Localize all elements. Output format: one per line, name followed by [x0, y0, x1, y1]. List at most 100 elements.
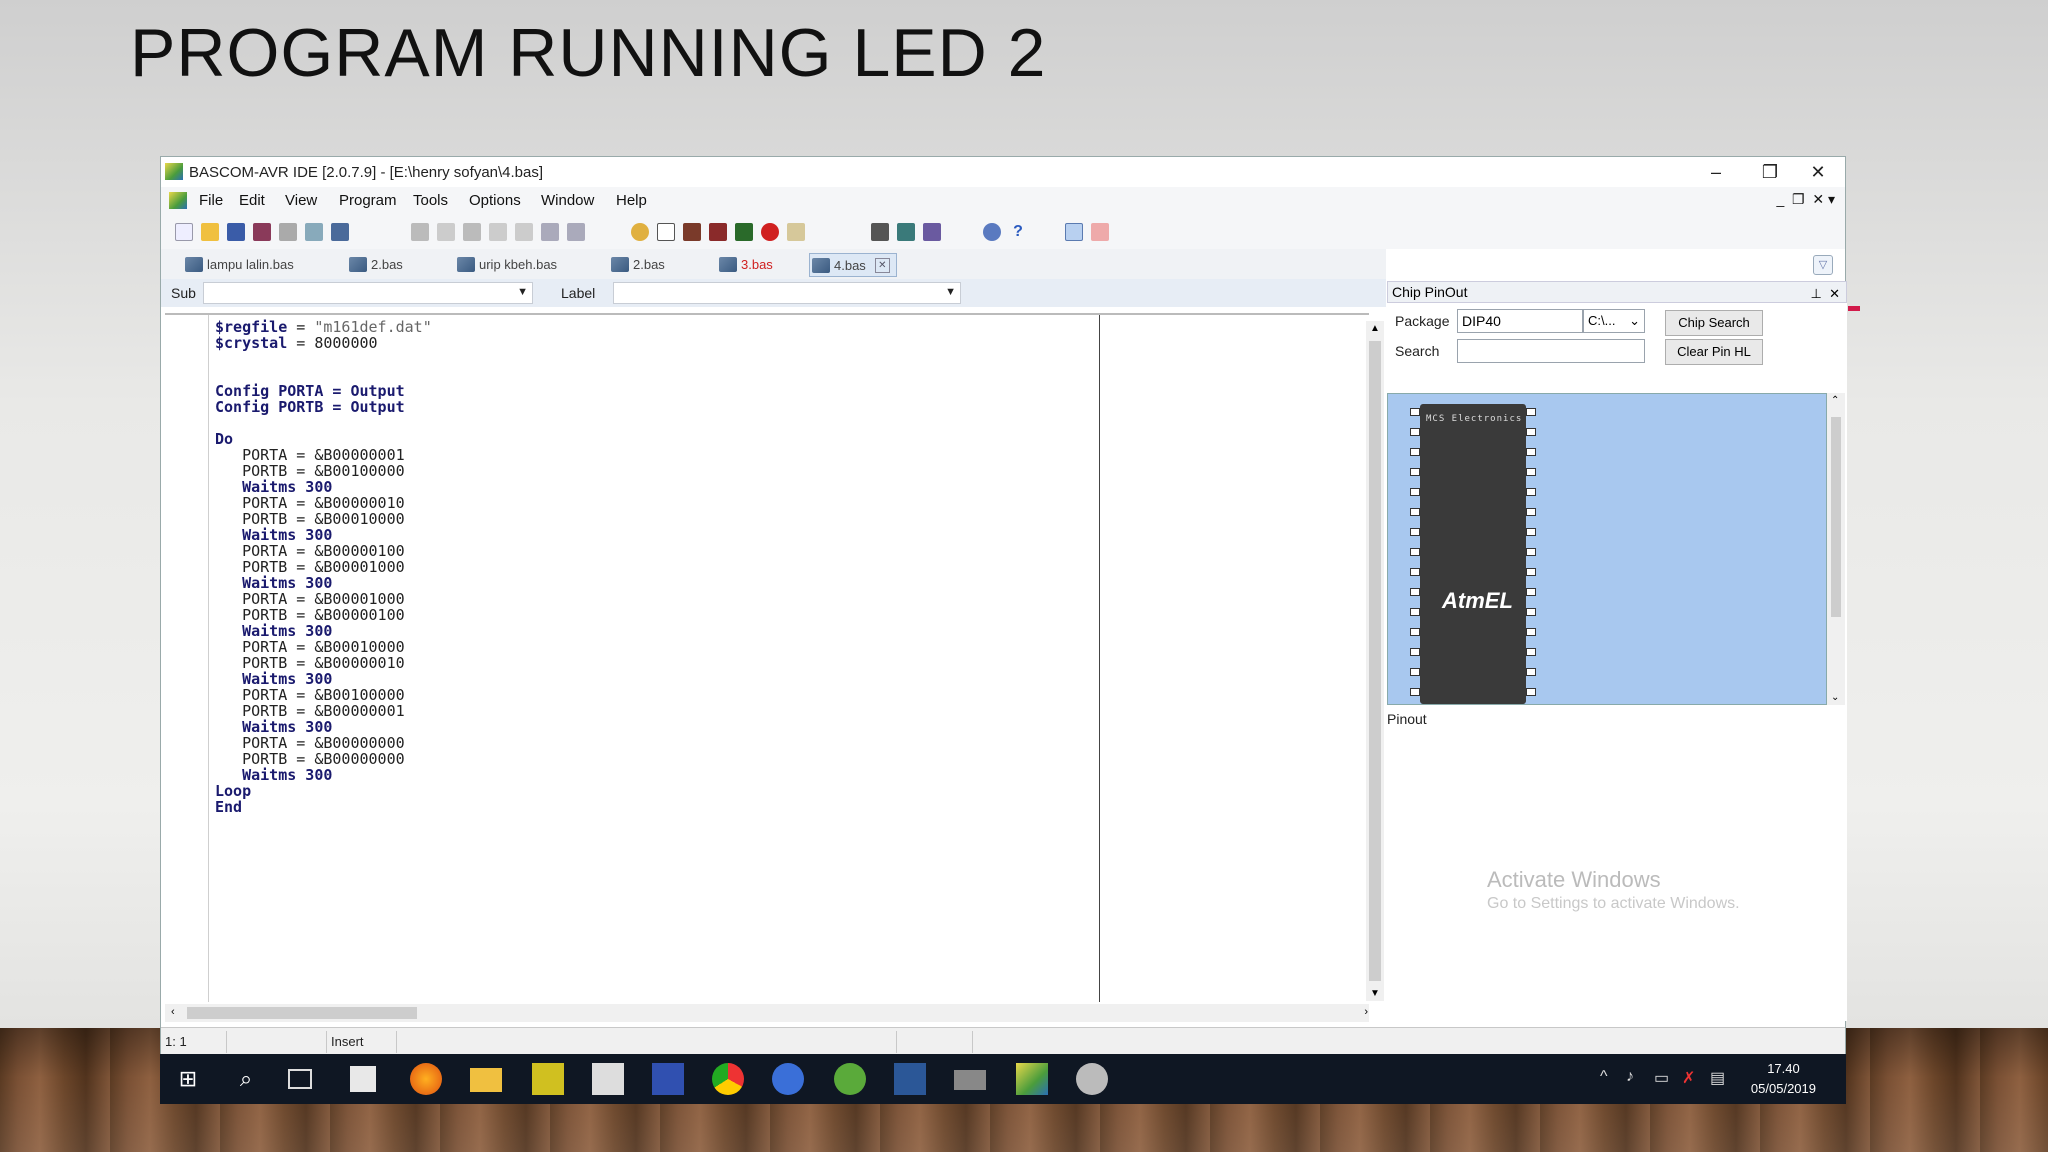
pinout-icon[interactable]: [1065, 223, 1083, 241]
chip-pin: [1410, 448, 1420, 456]
chip-pin: [1526, 548, 1536, 556]
menu-tools[interactable]: Tools: [413, 192, 448, 209]
utorrent-icon[interactable]: [834, 1063, 866, 1095]
app-icon[interactable]: [1076, 1063, 1108, 1095]
find-next-icon[interactable]: [567, 223, 585, 241]
code-editor[interactable]: $regfile = "m161def.dat" $crystal = 8000…: [165, 313, 1369, 1002]
menu-view[interactable]: View: [285, 192, 317, 209]
pinout-scrollbar[interactable]: ⌃ ⌄: [1827, 393, 1845, 705]
app-icon[interactable]: [592, 1063, 624, 1095]
stop-icon[interactable]: [761, 223, 779, 241]
panel-pin-close-icons[interactable]: ⊥ ✕: [1811, 284, 1840, 304]
menu-options[interactable]: Options: [469, 192, 521, 209]
chrome-icon[interactable]: [712, 1063, 744, 1095]
tab-lampu-lalin[interactable]: lampu lalin.bas: [183, 253, 294, 277]
clock[interactable]: 17.40 05/05/2019: [1751, 1059, 1816, 1099]
tray-chevron-icon[interactable]: ^: [1600, 1068, 1608, 1086]
send-to-chip-icon[interactable]: [709, 223, 727, 241]
menu-file[interactable]: File: [199, 192, 223, 209]
task-view-icon[interactable]: [288, 1069, 312, 1089]
tab-close-icon[interactable]: ✕: [874, 258, 890, 273]
file-explorer-icon[interactable]: [470, 1068, 502, 1092]
word-icon[interactable]: [894, 1063, 926, 1095]
close-file-icon[interactable]: [331, 223, 349, 241]
chip-grid-icon[interactable]: [897, 223, 915, 241]
search-field[interactable]: [1457, 339, 1645, 363]
menu-edit[interactable]: Edit: [239, 192, 265, 209]
info-icon[interactable]: [983, 223, 1001, 241]
mdi-controls[interactable]: _ ❐ ✕ ▾: [1776, 191, 1835, 208]
panel-dropdown-icon[interactable]: ▽: [1813, 255, 1833, 275]
cut-icon[interactable]: [411, 223, 429, 241]
scroll-down-icon[interactable]: ⌄: [1831, 692, 1839, 703]
terminal-icon[interactable]: [871, 223, 889, 241]
firefox-icon[interactable]: [410, 1063, 442, 1095]
chip-pin: [1410, 508, 1420, 516]
simulator-icon[interactable]: [735, 223, 753, 241]
network-icon[interactable]: ▭: [1654, 1068, 1669, 1088]
scroll-thumb[interactable]: [1369, 341, 1381, 981]
tab-2bas[interactable]: 2.bas: [347, 253, 403, 277]
panel-header: Chip PinOut ⊥ ✕: [1387, 281, 1847, 303]
tab-urip-kbeh[interactable]: urip kbeh.bas: [455, 253, 557, 277]
plugin-icon[interactable]: [923, 223, 941, 241]
scroll-left-icon[interactable]: ‹: [171, 1006, 175, 1018]
indent-icon[interactable]: [489, 223, 507, 241]
tab-4bas[interactable]: 4.bas ✕: [809, 253, 897, 277]
minimize-button[interactable]: –: [1693, 159, 1739, 185]
lcd-designer-icon[interactable]: [787, 223, 805, 241]
scroll-up-icon[interactable]: ▲: [1370, 323, 1380, 334]
chip-app-icon[interactable]: [954, 1070, 986, 1090]
windows-start-icon[interactable]: ⊞: [172, 1063, 204, 1095]
editor-vertical-scrollbar[interactable]: ▲ ▼: [1366, 321, 1384, 1001]
path-dropdown[interactable]: C:\... ⌄: [1583, 309, 1645, 333]
tab-2bas-second[interactable]: 2.bas: [609, 253, 665, 277]
open-folder-icon[interactable]: [201, 223, 219, 241]
menu-program[interactable]: Program: [339, 192, 397, 209]
compile-icon[interactable]: [631, 223, 649, 241]
menu-help[interactable]: Help: [616, 192, 647, 209]
find-icon[interactable]: [541, 223, 559, 241]
store-icon[interactable]: [350, 1066, 376, 1092]
save-as-icon[interactable]: [253, 223, 271, 241]
search-icon[interactable]: ⌕: [230, 1063, 262, 1095]
save-icon[interactable]: [227, 223, 245, 241]
copy-icon[interactable]: [437, 223, 455, 241]
restore-button[interactable]: ❐: [1747, 159, 1793, 185]
label-combo[interactable]: ▼: [613, 282, 961, 304]
syntax-check-icon[interactable]: [657, 223, 675, 241]
app-icon[interactable]: [532, 1063, 564, 1095]
bascom-taskbar-icon[interactable]: [1016, 1063, 1048, 1095]
chip-search-button[interactable]: Chip Search: [1665, 310, 1763, 336]
scroll-right-icon[interactable]: ›: [1364, 1006, 1368, 1018]
close-button[interactable]: ✕: [1795, 159, 1841, 185]
help-icon[interactable]: ?: [1009, 223, 1027, 241]
pdf-icon[interactable]: [1091, 223, 1109, 241]
menu-window[interactable]: Window: [541, 192, 594, 209]
print-preview-icon[interactable]: [305, 223, 323, 241]
dev-cpp-icon[interactable]: [652, 1063, 684, 1095]
scroll-thumb[interactable]: [1831, 417, 1841, 617]
clear-pin-button[interactable]: Clear Pin HL: [1665, 339, 1763, 365]
scroll-up-icon[interactable]: ⌃: [1831, 395, 1839, 406]
bascom-app-icon: [165, 163, 183, 180]
browser-icon[interactable]: [772, 1063, 804, 1095]
bascom-window: BASCOM-AVR IDE [2.0.7.9] - [E:\henry sof…: [160, 156, 1847, 1055]
source-code[interactable]: $regfile = "m161def.dat" $crystal = 8000…: [215, 319, 432, 815]
tab-3bas[interactable]: 3.bas: [717, 253, 773, 277]
unindent-icon[interactable]: [515, 223, 533, 241]
chip-pin: [1410, 608, 1420, 616]
sub-combo[interactable]: ▼: [203, 282, 533, 304]
new-file-icon[interactable]: [175, 223, 193, 241]
chip-pin: [1410, 688, 1420, 696]
volume-icon[interactable]: ♪: [1626, 1068, 1634, 1086]
package-field[interactable]: DIP40: [1457, 309, 1583, 333]
print-icon[interactable]: [279, 223, 297, 241]
paste-icon[interactable]: [463, 223, 481, 241]
program-chip-icon[interactable]: [683, 223, 701, 241]
scroll-down-icon[interactable]: ▼: [1370, 988, 1380, 999]
notification-icon[interactable]: ▤: [1710, 1068, 1725, 1088]
security-icon[interactable]: ✗: [1682, 1068, 1695, 1088]
scroll-thumb[interactable]: [187, 1007, 417, 1019]
editor-horizontal-scrollbar[interactable]: ‹ ›: [165, 1004, 1369, 1022]
